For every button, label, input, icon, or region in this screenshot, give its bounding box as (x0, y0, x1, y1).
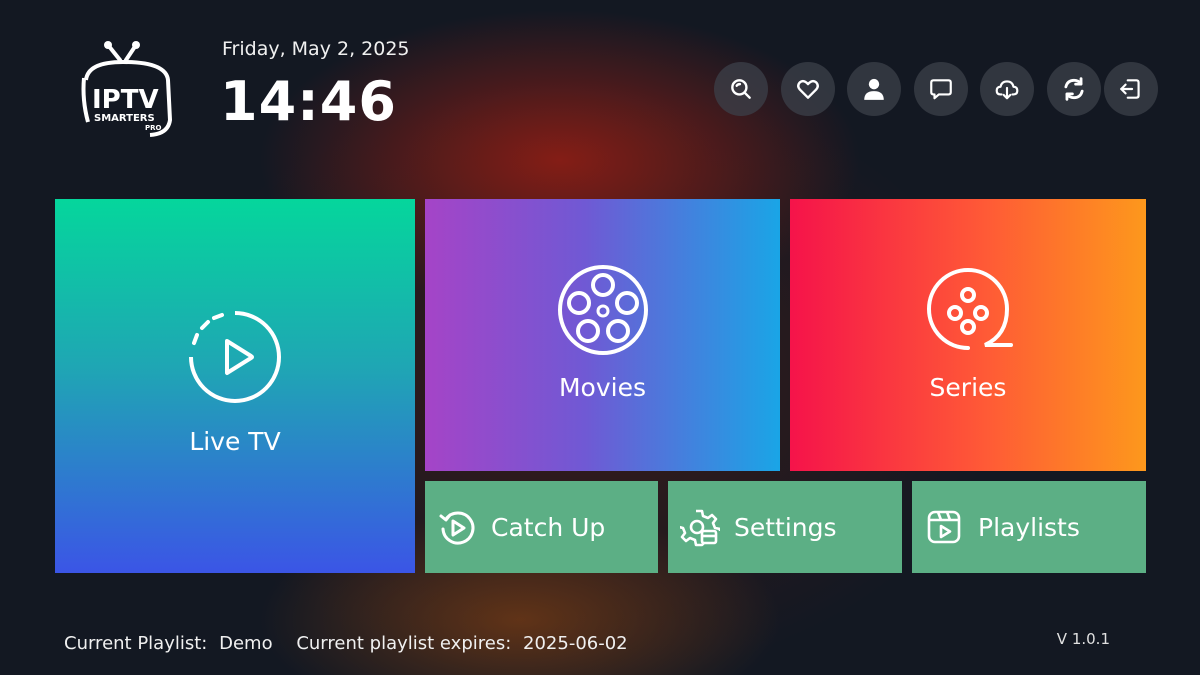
logo-text: IPTV (92, 85, 159, 115)
chat-icon (930, 79, 952, 100)
refresh-icon (1064, 77, 1084, 101)
profile-button[interactable] (847, 62, 901, 116)
user-icon (864, 78, 884, 100)
tile-movies-label: Movies (558, 372, 646, 402)
film-reel-icon (557, 264, 648, 355)
playlist-info: Current Playlist: Demo Current playlist … (64, 633, 634, 654)
favorites-button[interactable] (781, 62, 835, 116)
tile-playlists-label: Playlists (978, 512, 1080, 542)
messages-button[interactable] (914, 62, 968, 116)
logout-icon (1120, 79, 1140, 99)
current-playlist-label: Current Playlist: (64, 633, 208, 654)
playlist-expires-value: 2025-06-02 (523, 633, 628, 654)
current-playlist-value: Demo (219, 633, 273, 654)
film-roll-icon (927, 267, 1013, 350)
tile-playlists[interactable]: Playlists (912, 481, 1146, 573)
tile-movies[interactable]: Movies (425, 199, 780, 471)
search-icon (731, 79, 751, 99)
current-time: 14:46 (220, 70, 397, 133)
playlist-expires-label: Current playlist expires: (296, 633, 512, 654)
settings-gear-icon (680, 509, 720, 547)
cloud-download-icon (995, 80, 1019, 100)
logo-tag: PRO (145, 124, 162, 132)
live-tv-play-icon (189, 310, 281, 403)
tile-live-tv-label: Live TV (189, 426, 281, 456)
tile-live-tv[interactable]: Live TV (55, 199, 415, 573)
playlist-video-icon (927, 510, 961, 544)
refresh-button[interactable] (1047, 62, 1101, 116)
logo-subtext: SMARTERS (94, 113, 155, 124)
tile-catch-up-label: Catch Up (491, 512, 606, 542)
tile-settings[interactable]: Settings (668, 481, 902, 573)
top-toolbar (714, 62, 1164, 116)
iptv-smarters-logo: IPTV SMARTERS PRO (78, 40, 178, 138)
tile-settings-label: Settings (734, 512, 837, 542)
search-button[interactable] (714, 62, 768, 116)
download-button[interactable] (980, 62, 1034, 116)
logout-button[interactable] (1104, 62, 1158, 116)
heart-icon (797, 79, 819, 99)
tile-series-label: Series (929, 372, 1007, 402)
tile-series[interactable]: Series (790, 199, 1146, 471)
app-version: V 1.0.1 (1056, 630, 1110, 648)
catch-up-replay-icon (439, 511, 475, 545)
tile-catch-up[interactable]: Catch Up (425, 481, 658, 573)
current-date: Friday, May 2, 2025 (222, 38, 410, 60)
